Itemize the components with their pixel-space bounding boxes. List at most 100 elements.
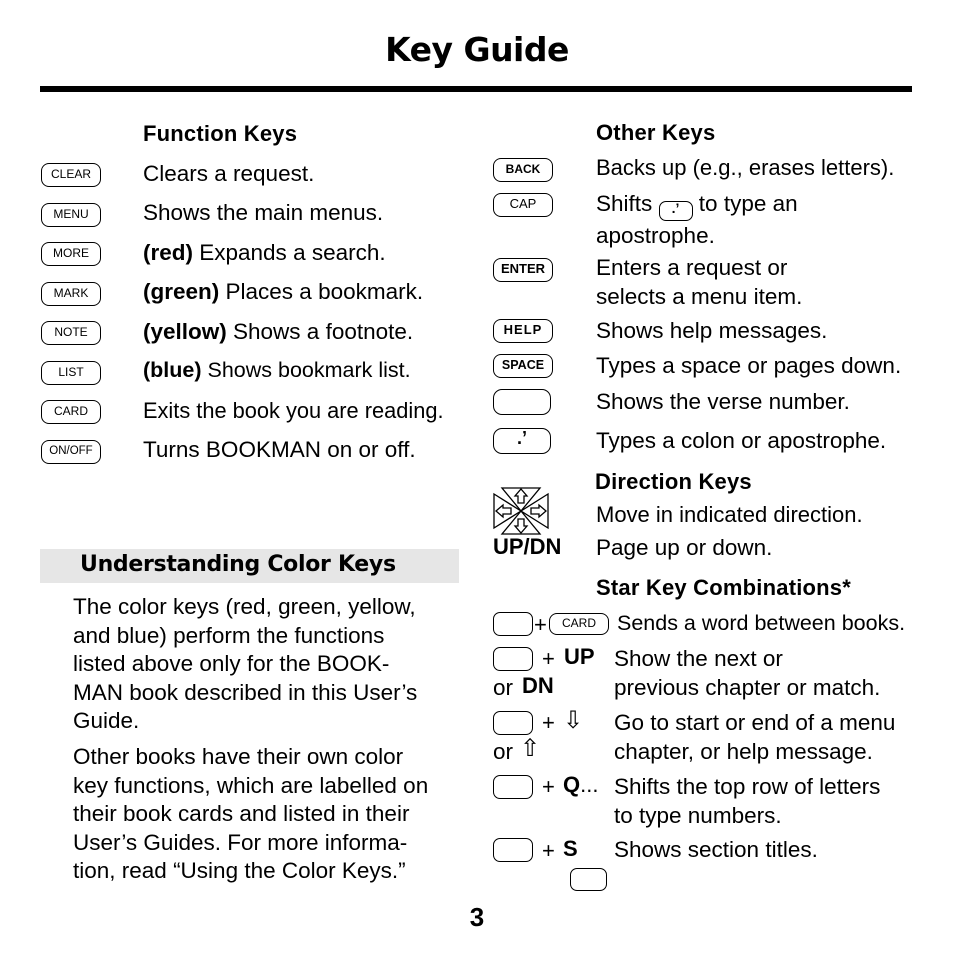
back-key-icon: BACK bbox=[493, 158, 553, 182]
up-arrow-icon: ⇧ bbox=[520, 735, 541, 762]
star-key-icon bbox=[493, 711, 533, 735]
star-description: Shows the verse number. bbox=[596, 389, 850, 414]
list-item: Shifts .’ to type an apostrophe. bbox=[596, 189, 798, 250]
title-rule bbox=[40, 86, 912, 92]
plus-sign: + bbox=[542, 710, 555, 735]
cap-key-icon: CAP bbox=[493, 193, 553, 217]
star-key-icon bbox=[493, 775, 533, 799]
cap-description-cont: apostrophe. bbox=[596, 223, 715, 248]
list-item: (red) Expands a search. bbox=[143, 238, 386, 267]
list-item: Shifts the top row of letters to type nu… bbox=[614, 772, 880, 830]
list-item: (blue) Shows bookmark list. bbox=[143, 356, 411, 385]
cap-description-cont: to type an bbox=[692, 191, 798, 216]
updn-description: Page up or down. bbox=[596, 535, 773, 560]
card-description: Exits the book you are reading. bbox=[143, 398, 444, 423]
plus-sign: + bbox=[542, 838, 555, 863]
star-card-description: Sends a word between books. bbox=[617, 611, 906, 635]
list-item: (yellow) Shows a footnote. bbox=[143, 317, 413, 346]
star-key-icon bbox=[493, 389, 551, 415]
function-keys-heading: Function Keys bbox=[143, 121, 298, 146]
list-item: (green) Places a bookmark. bbox=[143, 277, 423, 306]
paragraph-line: The color keys (red, green, yellow, bbox=[73, 594, 416, 619]
color-label-yellow: (yellow) bbox=[143, 319, 227, 344]
list-item: Sends a word between books. bbox=[617, 609, 905, 638]
paragraph-line: tion, read “Using the Color Keys.” bbox=[73, 858, 406, 883]
star-key-icon bbox=[570, 868, 607, 891]
star-arrow-description: Go to start or end of a menu bbox=[614, 710, 896, 735]
list-item: Backs up (e.g., erases letters). bbox=[596, 153, 894, 182]
paragraph-line: their book cards and listed in their bbox=[73, 801, 410, 826]
color-label-red: (red) bbox=[143, 240, 193, 265]
list-item: Types a space or pages down. bbox=[596, 351, 901, 380]
updn-key-label: UP/DN bbox=[493, 534, 562, 559]
down-arrow-icon: ⇩ bbox=[563, 707, 584, 734]
colon-apostrophe-key-icon: .’ bbox=[493, 428, 551, 454]
mark-description: Places a bookmark. bbox=[219, 279, 424, 304]
star-arrow-description-cont: chapter, or help message. bbox=[614, 739, 873, 764]
colon-apostrophe-key-icon: .’ bbox=[658, 201, 693, 221]
direction-keys-heading: Direction Keys bbox=[595, 469, 752, 494]
colon-description: Types a colon or apostrophe. bbox=[596, 428, 887, 453]
s-key-label: S bbox=[563, 836, 578, 861]
list-item: Go to start or end of a menu chapter, or… bbox=[614, 708, 895, 766]
plus-sign: + bbox=[534, 612, 547, 637]
star-updn-description-cont: previous chapter or match. bbox=[614, 675, 881, 700]
list-item: Exits the book you are reading. bbox=[143, 396, 444, 425]
more-description: Expands a search. bbox=[193, 240, 386, 265]
help-key-icon: HELP bbox=[493, 319, 553, 343]
direction-pad-icon bbox=[493, 487, 549, 535]
or-label: or bbox=[493, 739, 514, 764]
star-updn-description: Show the next or bbox=[614, 646, 783, 671]
enter-description: Enters a request or bbox=[596, 255, 788, 280]
list-item: Shows the main menus. bbox=[143, 198, 383, 227]
or-label: or bbox=[493, 675, 514, 700]
page-number: 3 bbox=[469, 902, 485, 932]
ellipsis: ... bbox=[580, 772, 599, 797]
enter-description-cont: selects a menu item. bbox=[596, 284, 803, 309]
list-item: Shows section titles. bbox=[614, 835, 818, 864]
star-q-description-cont: to type numbers. bbox=[614, 803, 782, 828]
cap-description: Shifts bbox=[596, 191, 653, 216]
paragraph-line: Other books have their own color bbox=[73, 744, 404, 769]
page-title: Key Guide bbox=[385, 30, 569, 69]
list-item: Enters a request or selects a menu item. bbox=[596, 253, 802, 311]
note-description: Shows a footnote. bbox=[226, 319, 414, 344]
up-key-label: UP bbox=[564, 644, 595, 669]
space-description: Types a space or pages down. bbox=[596, 353, 902, 378]
star-q-description: Shifts the top row of letters bbox=[614, 774, 881, 799]
color-keys-heading: Understanding Color Keys bbox=[80, 552, 396, 577]
other-keys-heading: Other Keys bbox=[596, 120, 716, 145]
paragraph-line: Guide. bbox=[73, 708, 140, 733]
list-item: Shows help messages. bbox=[596, 316, 827, 345]
paragraph-line: key functions, which are labelled on bbox=[73, 772, 429, 798]
clear-key-icon: CLEAR bbox=[41, 163, 101, 187]
star-key-icon bbox=[493, 612, 533, 636]
color-keys-paragraph-2: Other books have their own color key fun… bbox=[73, 743, 428, 886]
note-key-icon: NOTE bbox=[41, 321, 101, 345]
paragraph-line: listed above only for the BOOK- bbox=[73, 651, 390, 676]
menu-description: Shows the main menus. bbox=[143, 200, 384, 225]
clear-description: Clears a request. bbox=[143, 161, 315, 186]
enter-key-icon: ENTER bbox=[493, 258, 553, 282]
list-item: Clears a request. bbox=[143, 159, 314, 188]
list-item: Turns BOOKMAN on or off. bbox=[143, 435, 416, 464]
onoff-description: Turns BOOKMAN on or off. bbox=[143, 437, 416, 462]
q-letter: Q bbox=[563, 772, 581, 797]
star-key-icon bbox=[493, 838, 533, 862]
paragraph-line: and blue) perform the functions bbox=[73, 622, 385, 648]
star-key-icon bbox=[493, 647, 533, 671]
dn-key-label: DN bbox=[522, 673, 554, 698]
color-keys-heading-box: Understanding Color Keys bbox=[40, 549, 459, 583]
color-label-green: (green) bbox=[143, 279, 220, 304]
paragraph-line: MAN book described in this User’s bbox=[73, 679, 418, 705]
direction-description: Move in indicated direction. bbox=[596, 502, 863, 527]
plus-sign: + bbox=[542, 646, 555, 671]
card-key-icon: CARD bbox=[41, 400, 101, 424]
space-key-icon: SPACE bbox=[493, 354, 553, 378]
list-key-icon: LIST bbox=[41, 361, 101, 385]
q-key-label: Q... bbox=[563, 772, 598, 798]
star-combinations-heading: Star Key Combinations* bbox=[596, 575, 852, 600]
list-item: Shows the verse number. bbox=[596, 387, 850, 416]
color-keys-paragraph-1: The color keys (red, green, yellow, and … bbox=[73, 593, 417, 736]
onoff-key-icon: ON/OFF bbox=[41, 440, 101, 464]
